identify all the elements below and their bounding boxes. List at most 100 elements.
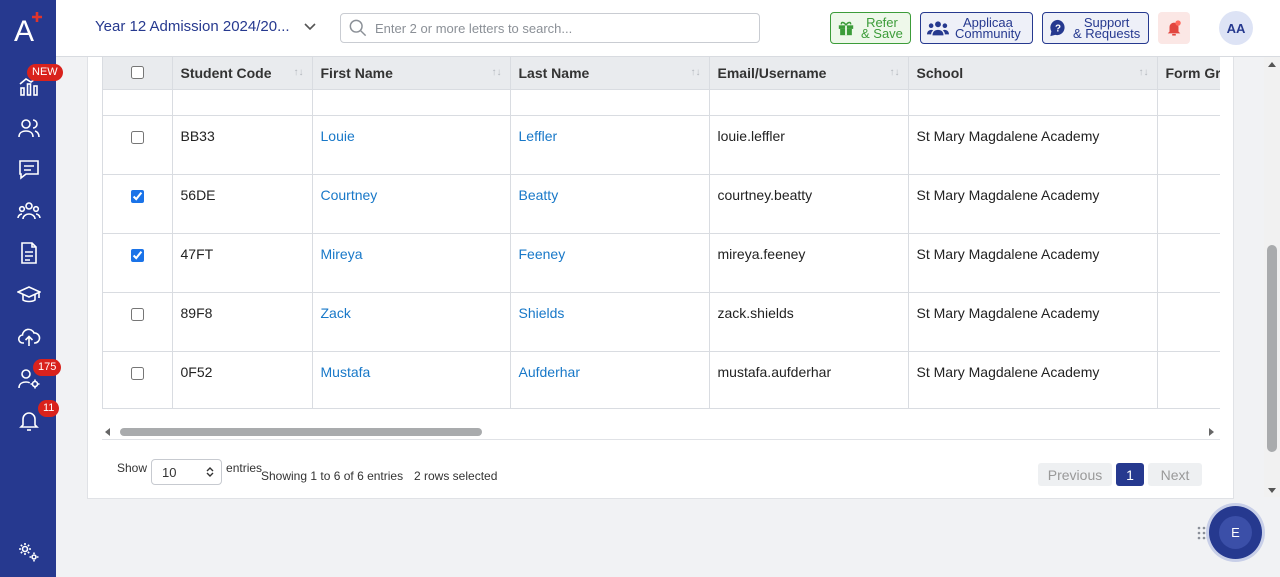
chat-icon[interactable] [16,156,42,182]
table-footer: Show 10 entries Showing 1 to 6 of 6 entr… [117,455,1207,486]
column-header-school[interactable]: School ↑↓ [908,57,1158,90]
sort-icon: ↑↓ [491,67,502,78]
scroll-down-arrow[interactable] [1268,488,1276,493]
sort-icon: ↑↓ [293,67,304,78]
first-name-link[interactable]: Mustafa [321,364,371,380]
student-code-cell: 89F8 [172,292,313,352]
entries-per-page-select[interactable]: 10 [151,459,223,485]
show-label: Show [117,461,148,475]
sort-icon: ↑↓ [690,67,701,78]
school-cell: St Mary Magdalene Academy [908,351,1158,408]
column-header-student-code[interactable]: Student Code ↑↓ [172,57,313,90]
users-icon[interactable] [16,115,42,141]
group-icon[interactable] [16,198,42,224]
table-row: 89F8 Zack Shields zack.shields St Mary M… [103,292,1220,352]
notification-bell-button[interactable] [1158,12,1190,44]
row-select-checkbox[interactable] [130,189,144,203]
community-label-line2: Community [955,26,1021,41]
sidebar: A NEW 175 11 [0,0,63,577]
school-cell: St Mary Magdalene Academy [908,115,1158,175]
user-avatar[interactable]: AA [1219,11,1253,45]
email-cell: louie.leffler [709,115,909,175]
table-row: BB33 Louie Leffler louie.leffler St Mary… [103,115,1220,175]
table-info: Showing 1 to 6 of 6 entries [261,469,404,483]
column-header-first-name[interactable]: First Name ↑↓ [312,57,511,90]
question-chat-icon: ? [1050,19,1065,37]
scroll-right-arrow[interactable] [1209,428,1214,436]
table-row: 47FT Mireya Feeney mireya.feeney St Mary… [103,233,1220,293]
table-row-partial [103,89,1220,116]
table-row: 56DE Courtney Beatty courtney.beatty St … [103,174,1220,234]
page-vertical-scrollbar[interactable] [1264,57,1280,497]
document-icon[interactable] [16,240,42,266]
settings-gears-icon[interactable] [16,539,42,565]
entries-label: entries [226,461,263,475]
first-name-link[interactable]: Zack [321,305,351,321]
previous-page-button[interactable]: Previous [1038,463,1112,486]
select-arrows-icon [206,467,214,477]
horizontal-scrollbar[interactable] [102,424,1220,440]
email-cell: mireya.feeney [709,233,909,293]
support-requests-button[interactable]: ? Support & Requests [1042,12,1149,44]
first-name-link[interactable]: Courtney [321,187,378,203]
students-table-container[interactable]: Student Code ↑↓ First Name ↑↓ Last Name ↑↓ … [102,57,1220,409]
sort-icon: ↑↓ [1138,67,1149,78]
floating-assistant-button[interactable]: E [1209,506,1262,559]
next-page-button[interactable]: Next [1148,463,1202,486]
scroll-up-arrow[interactable] [1268,62,1276,67]
scroll-left-arrow[interactable] [105,428,110,436]
email-cell: zack.shields [709,292,909,352]
last-name-link[interactable]: Feeney [519,246,566,262]
row-select-checkbox[interactable] [130,248,144,262]
column-header-email[interactable]: Email/Username ↑↓ [709,57,909,90]
global-search[interactable] [340,13,760,43]
form-group-cell [1157,351,1220,408]
page-1-button[interactable]: 1 [1116,463,1144,486]
school-cell: St Mary Magdalene Academy [908,233,1158,293]
search-input[interactable] [375,20,735,36]
first-name-link[interactable]: Louie [321,128,355,144]
alerts-count-badge: 11 [38,400,60,417]
refer-label-line2: & Save [861,26,903,41]
students-table: Student Code ↑↓ First Name ↑↓ Last Name ↑↓ … [103,57,1220,408]
form-group-cell [1157,115,1220,175]
pagination: Previous 1 Next [1038,463,1202,486]
cloud-upload-icon[interactable] [16,324,42,350]
row-select-checkbox[interactable] [130,307,144,321]
row-select-checkbox[interactable] [130,366,144,380]
page-length-control: Show 10 entries [117,459,263,485]
notifications-count-badge: 175 [33,359,62,376]
last-name-link[interactable]: Beatty [519,187,559,203]
last-name-link[interactable]: Shields [519,305,565,321]
email-cell: courtney.beatty [709,174,909,234]
students-table-card: Student Code ↑↓ First Name ↑↓ Last Name ↑↓ … [87,57,1234,499]
applicaa-community-button[interactable]: Applicaa Community [920,12,1033,44]
school-cell: St Mary Magdalene Academy [908,292,1158,352]
form-group-cell [1157,233,1220,293]
school-cell: St Mary Magdalene Academy [908,174,1158,234]
entries-value: 10 [162,464,177,480]
graduation-cap-icon[interactable] [16,282,42,308]
applicaa-logo[interactable]: A [12,8,46,48]
bell-alert-icon [1167,20,1181,36]
rows-selected-info: 2 rows selected [414,469,498,483]
refer-and-save-button[interactable]: Refer & Save [830,12,911,44]
drag-handle-icon[interactable] [1197,526,1207,540]
top-header: Year 12 Admission 2024/20... Refer& Save… [56,0,1280,57]
vertical-scroll-thumb[interactable] [1267,245,1277,452]
column-header-last-name[interactable]: Last Name ↑↓ [510,57,710,90]
form-group-cell [1157,174,1220,234]
admission-year-select[interactable]: Year 12 Admission 2024/20... [95,18,316,35]
gift-icon [838,21,854,36]
row-select-checkbox[interactable] [130,130,144,144]
student-code-cell: 0F52 [172,351,313,408]
last-name-link[interactable]: Aufderhar [519,364,580,380]
student-code-cell: 56DE [172,174,313,234]
select-all-checkbox[interactable] [130,66,144,80]
first-name-link[interactable]: Mireya [321,246,363,262]
table-row: 0F52 Mustafa Aufderhar mustafa.aufderhar… [103,351,1220,408]
horizontal-scroll-thumb[interactable] [120,428,482,436]
sort-icon: ↑↓ [889,67,900,78]
column-header-form-group[interactable]: Form Gr [1157,57,1220,90]
last-name-link[interactable]: Leffler [519,128,558,144]
